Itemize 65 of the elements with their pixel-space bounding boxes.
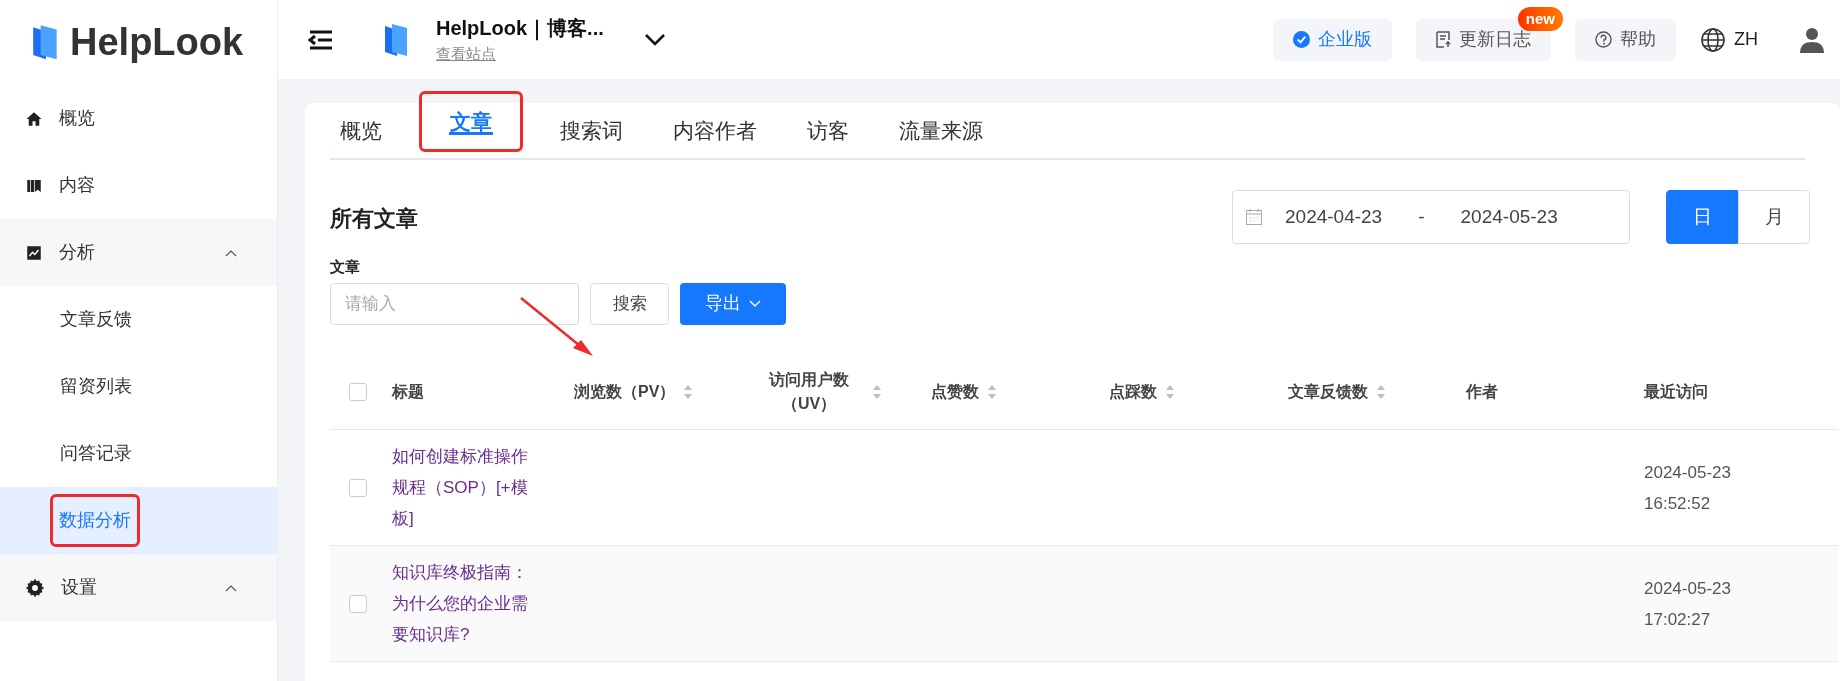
site-title: HelpLook｜博客... bbox=[436, 16, 604, 43]
end-date: 2024-05-23 bbox=[1460, 204, 1558, 229]
new-badge: new bbox=[1517, 6, 1563, 31]
sidebar-item[interactable]: 留资列表 bbox=[0, 353, 277, 420]
sidebar-item[interactable]: 内容 bbox=[0, 152, 277, 219]
last-visit-time: 2024-05-23 16:52:52 bbox=[1644, 461, 1732, 515]
export-button[interactable]: 导出 bbox=[680, 282, 786, 325]
column-header[interactable]: 文章反馈数 bbox=[1288, 355, 1466, 430]
plan-button[interactable]: 企业版 bbox=[1273, 18, 1392, 61]
section-title: 所有文章 bbox=[330, 205, 418, 233]
help-icon bbox=[1595, 31, 1612, 48]
sort-icon bbox=[1376, 384, 1386, 401]
tab[interactable]: 内容作者 bbox=[663, 103, 767, 158]
tab[interactable]: 访客 bbox=[797, 103, 859, 158]
column-header[interactable]: 点踩数 bbox=[1109, 355, 1288, 430]
user-avatar-icon[interactable] bbox=[1798, 25, 1826, 54]
column-header[interactable]: 点赞数 bbox=[931, 355, 1109, 430]
sort-icon bbox=[683, 384, 694, 401]
date-separator: - bbox=[1418, 204, 1425, 229]
tab[interactable]: 概览 bbox=[330, 103, 392, 158]
search-button[interactable]: 搜索 bbox=[590, 282, 669, 325]
column-header[interactable]: 最近访问 bbox=[1644, 355, 1838, 430]
document-icon bbox=[1436, 31, 1451, 48]
column-header[interactable]: 浏览数（PV） bbox=[574, 355, 754, 430]
brand-name: HelpLook bbox=[70, 20, 244, 65]
check-circle-icon bbox=[1293, 31, 1310, 48]
last-visit-time: 2024-05-23 17:02:27 bbox=[1644, 577, 1732, 631]
tab[interactable]: 流量来源 bbox=[889, 103, 993, 158]
chevron-down-icon bbox=[749, 299, 761, 308]
sidebar-item[interactable]: 分析 bbox=[0, 219, 277, 286]
article-title-link[interactable]: 如何创建标准操作规程（SOP）[+模板] bbox=[392, 441, 544, 534]
sort-icon bbox=[987, 384, 997, 401]
article-title-link[interactable]: 知识库终极指南：为什么您的企业需要知识库? bbox=[392, 557, 544, 650]
checkbox[interactable] bbox=[349, 383, 367, 402]
segment-button[interactable]: 月 bbox=[1738, 190, 1810, 244]
view-site-link[interactable]: 查看站点 bbox=[436, 43, 604, 66]
language-button[interactable]: ZH bbox=[1700, 26, 1758, 53]
column-header[interactable]: 标题 bbox=[392, 355, 574, 430]
segment-button[interactable]: 日 bbox=[1666, 190, 1738, 244]
checkbox[interactable] bbox=[349, 594, 367, 613]
chevron-up-icon bbox=[225, 248, 237, 257]
column-header[interactable]: 作者 bbox=[1466, 355, 1644, 430]
sidebar-item[interactable]: 概览 bbox=[0, 85, 277, 152]
start-date: 2024-04-23 bbox=[1285, 204, 1383, 229]
date-range-field[interactable]: 2024-04-23 - 2024-05-23 bbox=[1232, 190, 1630, 244]
tab[interactable]: 文章 bbox=[422, 94, 520, 149]
calendar-icon bbox=[1245, 208, 1263, 226]
checkbox[interactable] bbox=[349, 478, 367, 497]
globe-icon bbox=[1700, 26, 1726, 53]
filter-label: 文章 bbox=[330, 257, 361, 277]
sort-icon bbox=[1165, 384, 1175, 401]
sidebar-item[interactable]: 数据分析 bbox=[0, 487, 277, 554]
menu-icon[interactable] bbox=[308, 29, 334, 50]
sort-icon bbox=[872, 384, 882, 401]
search-field[interactable]: 请输入 bbox=[330, 282, 579, 325]
chevron-up-icon bbox=[225, 583, 237, 592]
sidebar-item[interactable]: 文章反馈 bbox=[0, 286, 277, 353]
chart-icon bbox=[25, 243, 43, 262]
sidebar-item[interactable]: 设置 bbox=[0, 554, 277, 621]
column-header[interactable]: 访问用户数（UV） bbox=[754, 355, 931, 430]
gear-icon bbox=[25, 577, 45, 598]
chevron-down-icon[interactable] bbox=[643, 32, 666, 47]
help-button[interactable]: 帮助 bbox=[1575, 18, 1676, 61]
tab[interactable]: 搜索词 bbox=[550, 103, 633, 158]
sidebar-item[interactable]: 问答记录 bbox=[0, 420, 277, 487]
